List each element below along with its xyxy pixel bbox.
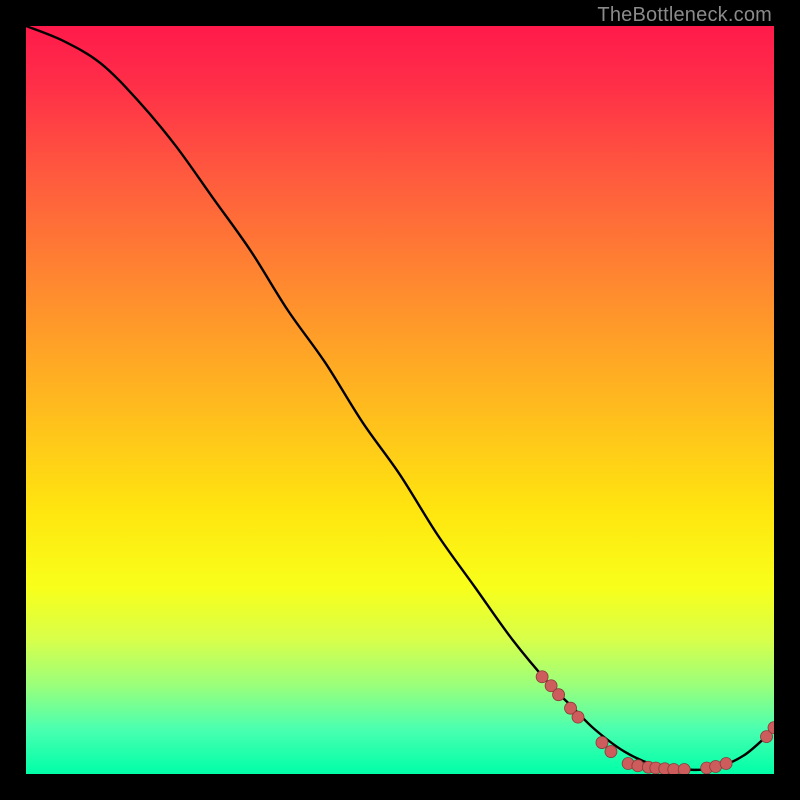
chart-marker bbox=[605, 746, 617, 758]
chart-marker bbox=[553, 689, 565, 701]
chart-marker bbox=[572, 711, 584, 723]
chart-svg bbox=[26, 26, 774, 774]
chart-marker bbox=[632, 760, 644, 772]
chart-marker bbox=[596, 737, 608, 749]
chart-frame bbox=[26, 26, 774, 774]
chart-marker bbox=[678, 764, 690, 774]
chart-curve bbox=[26, 26, 774, 770]
chart-marker bbox=[536, 671, 548, 683]
chart-marker bbox=[720, 758, 732, 770]
watermark-text: TheBottleneck.com bbox=[597, 4, 772, 27]
